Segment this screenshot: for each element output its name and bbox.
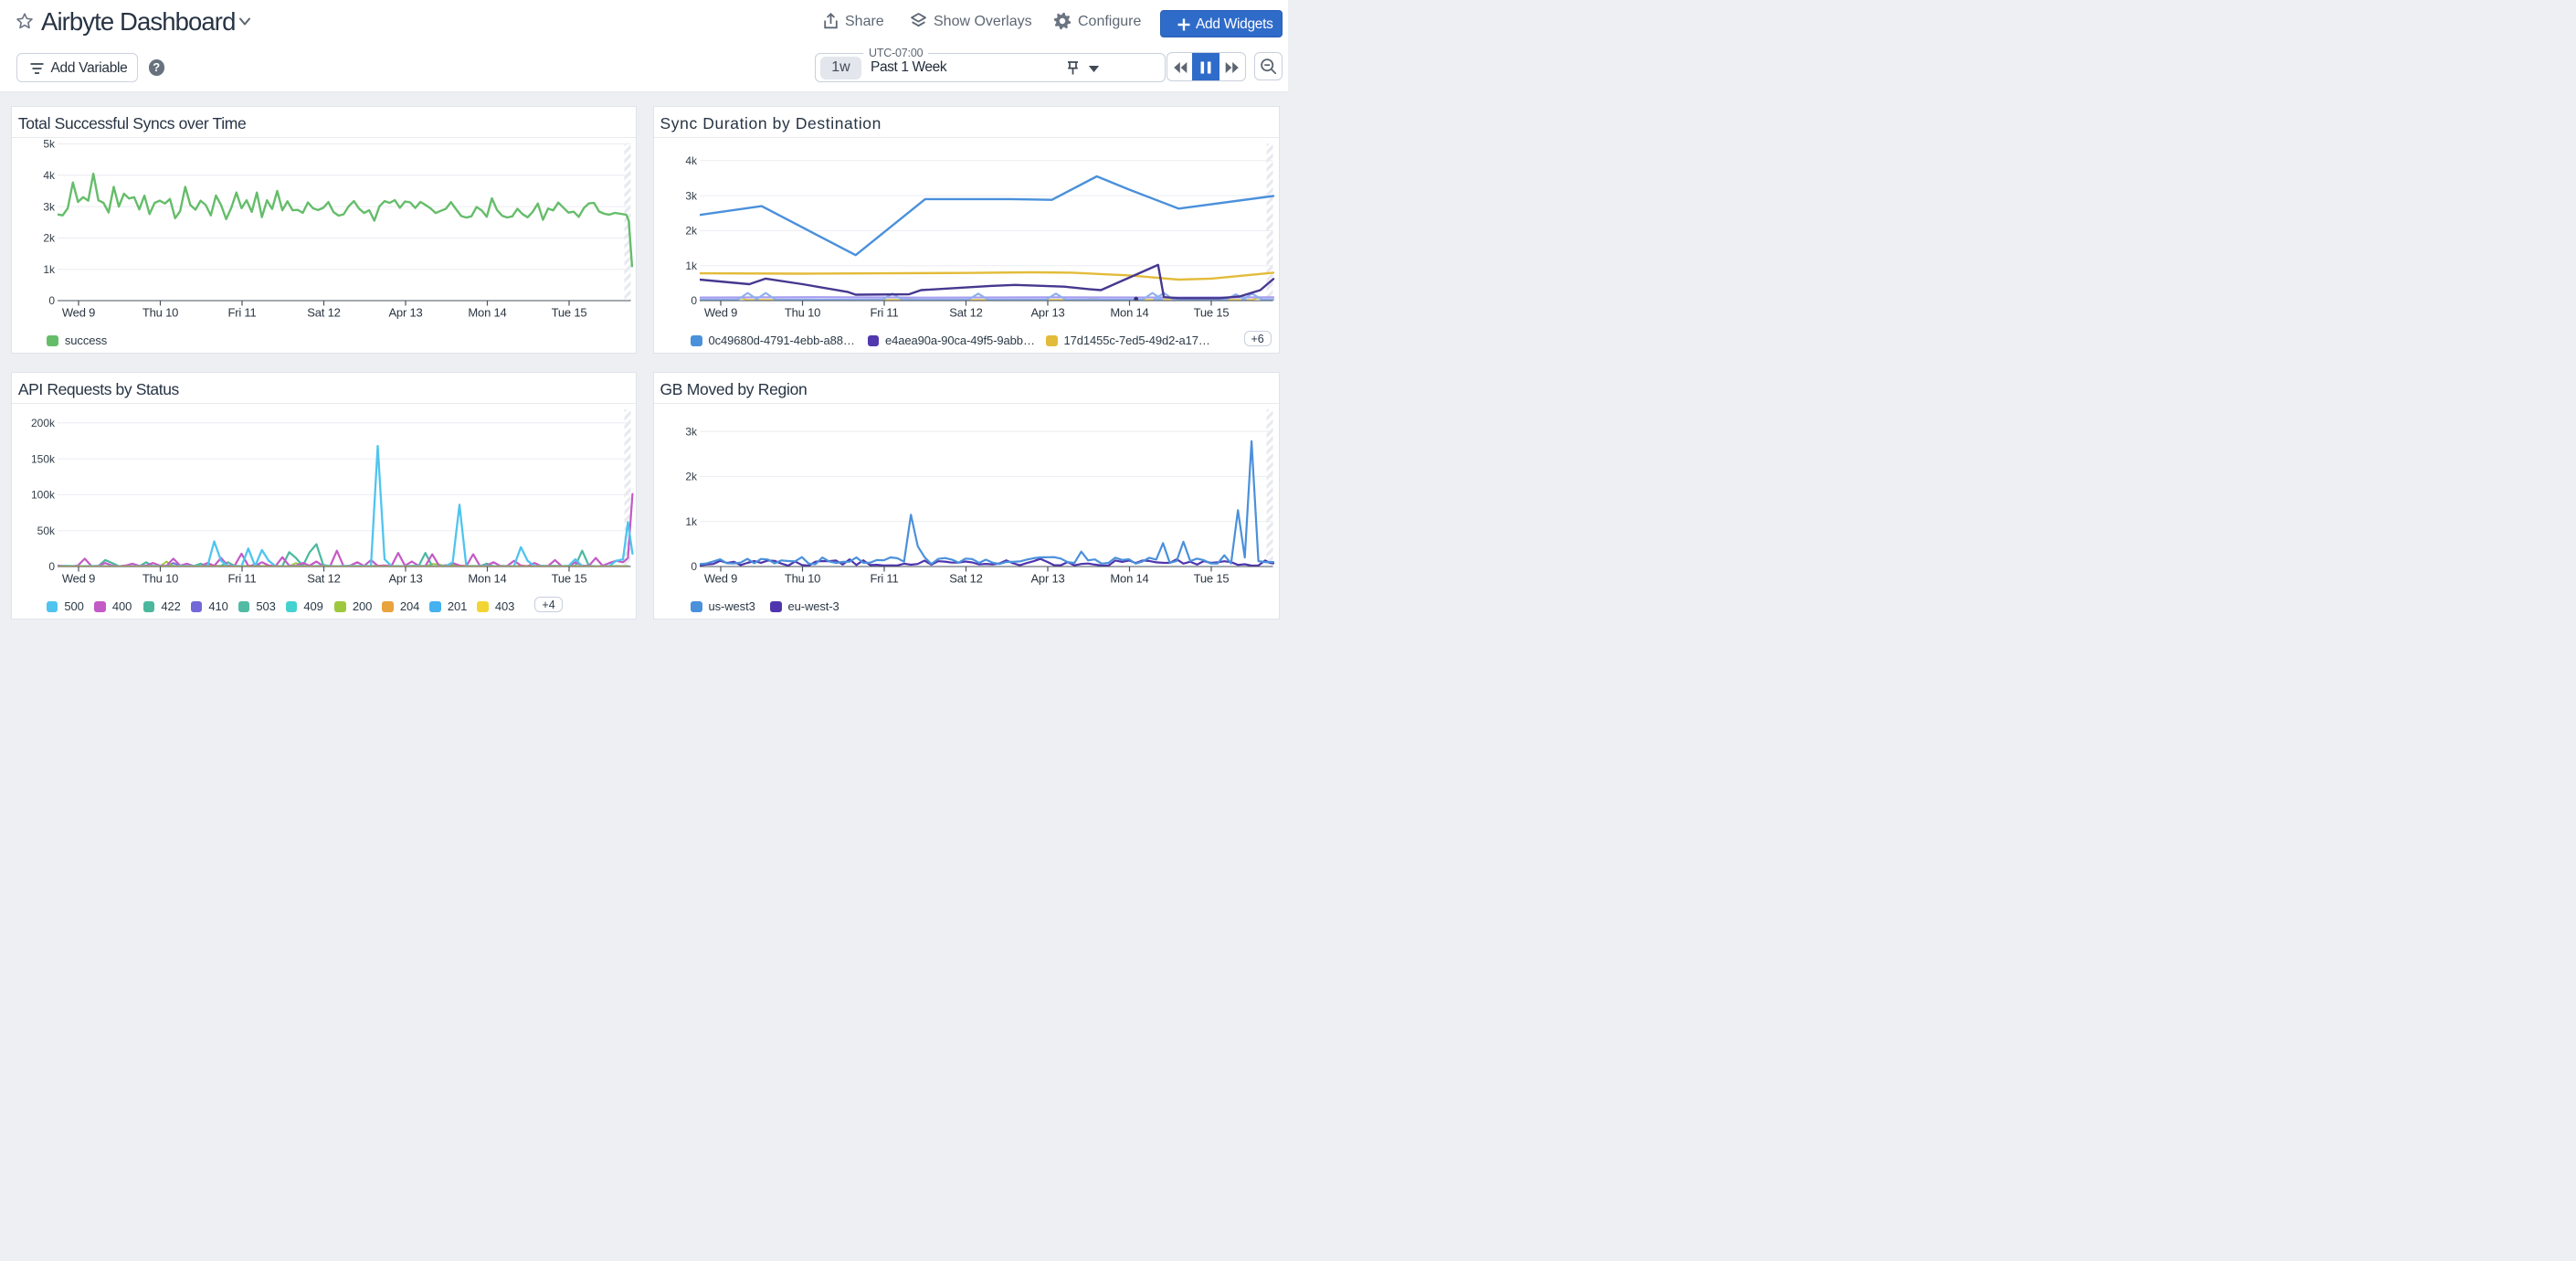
- svg-text:0: 0: [691, 294, 697, 307]
- svg-text:Apr 13: Apr 13: [389, 572, 423, 586]
- svg-text:1k: 1k: [685, 260, 698, 272]
- svg-text:Wed 9: Wed 9: [62, 572, 95, 586]
- svg-text:Apr 13: Apr 13: [389, 306, 423, 320]
- svg-text:Mon 14: Mon 14: [1110, 572, 1148, 586]
- svg-text:Tue 15: Tue 15: [552, 572, 587, 586]
- svg-text:Fri 11: Fri 11: [870, 306, 898, 320]
- svg-text:Fri 11: Fri 11: [228, 306, 257, 320]
- svg-text:Thu 10: Thu 10: [143, 306, 178, 320]
- svg-text:Tue 15: Tue 15: [1194, 572, 1230, 586]
- svg-text:Fri 11: Fri 11: [870, 572, 898, 586]
- svg-text:Thu 10: Thu 10: [785, 572, 820, 586]
- svg-text:2k: 2k: [685, 225, 698, 238]
- svg-text:5k: 5k: [44, 138, 57, 151]
- svg-text:50k: 50k: [37, 525, 56, 537]
- svg-text:Mon 14: Mon 14: [469, 306, 507, 320]
- svg-text:2k: 2k: [44, 232, 57, 245]
- svg-text:Fri 11: Fri 11: [228, 572, 257, 586]
- svg-text:Mon 14: Mon 14: [469, 572, 507, 586]
- svg-text:4k: 4k: [44, 169, 57, 182]
- svg-text:100k: 100k: [31, 489, 56, 502]
- svg-text:Thu 10: Thu 10: [785, 306, 820, 320]
- svg-text:200k: 200k: [31, 417, 56, 429]
- svg-text:3k: 3k: [685, 189, 698, 202]
- svg-text:Tue 15: Tue 15: [552, 306, 587, 320]
- svg-text:2k: 2k: [685, 471, 698, 483]
- svg-text:1k: 1k: [44, 263, 57, 276]
- svg-text:3k: 3k: [685, 425, 698, 438]
- svg-text:0: 0: [49, 294, 56, 307]
- svg-text:0: 0: [691, 560, 697, 573]
- svg-text:Wed 9: Wed 9: [704, 306, 737, 320]
- svg-text:Sat 12: Sat 12: [308, 306, 341, 320]
- svg-text:Apr 13: Apr 13: [1030, 572, 1064, 586]
- svg-text:Wed 9: Wed 9: [62, 306, 95, 320]
- svg-text:Sat 12: Sat 12: [949, 306, 982, 320]
- svg-text:Wed 9: Wed 9: [704, 572, 737, 586]
- svg-text:3k: 3k: [44, 200, 57, 213]
- svg-text:1k: 1k: [685, 515, 698, 528]
- svg-text:Sat 12: Sat 12: [949, 572, 982, 586]
- svg-text:Thu 10: Thu 10: [143, 572, 178, 586]
- svg-text:Sat 12: Sat 12: [308, 572, 341, 586]
- svg-text:Tue 15: Tue 15: [1194, 306, 1230, 320]
- svg-text:0: 0: [49, 560, 56, 573]
- svg-text:4k: 4k: [685, 154, 698, 167]
- svg-text:Apr 13: Apr 13: [1030, 306, 1064, 320]
- svg-text:150k: 150k: [31, 452, 56, 465]
- svg-text:Mon 14: Mon 14: [1110, 306, 1148, 320]
